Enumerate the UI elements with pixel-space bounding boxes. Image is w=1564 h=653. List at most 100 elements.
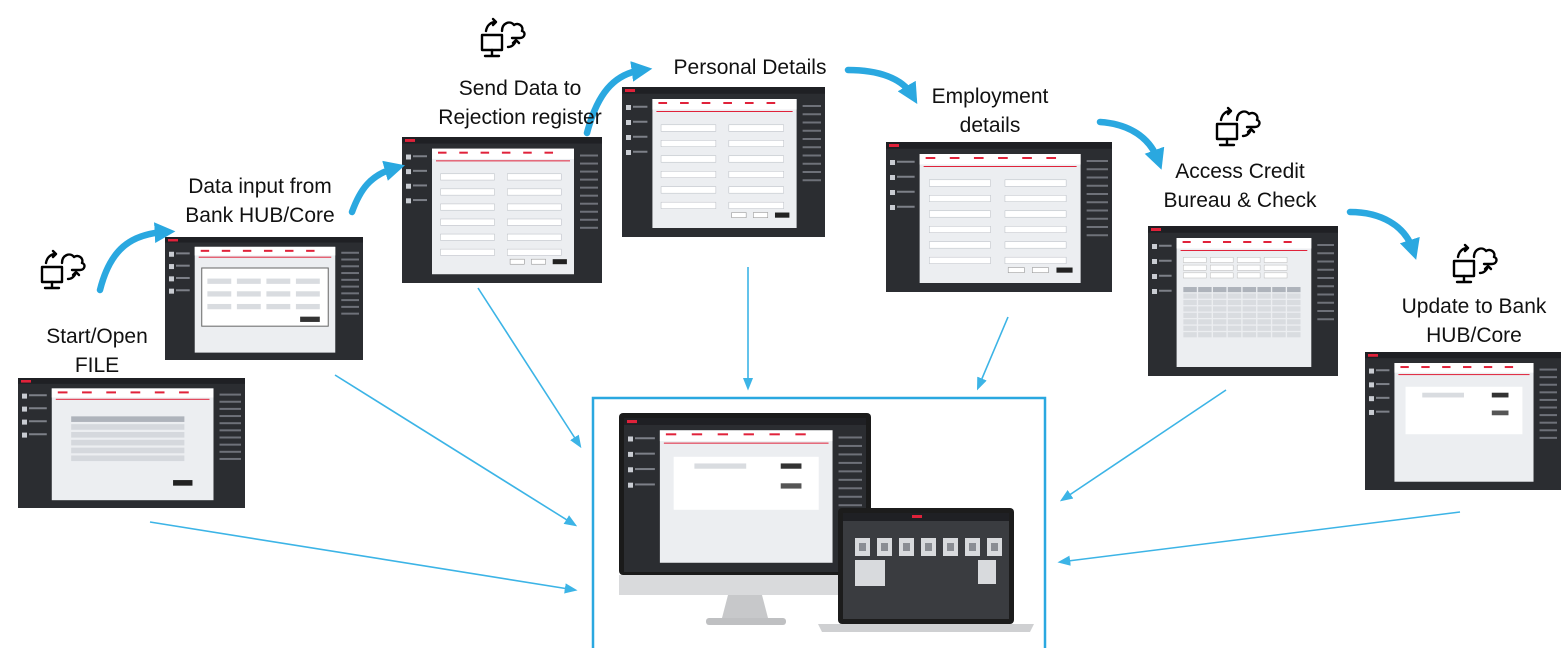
computer-cloud-sync-icon [1215, 106, 1261, 147]
thumb-step-mark [263, 249, 273, 252]
thumb-panel-text [1086, 176, 1108, 179]
thumb-panel-text [1086, 193, 1108, 195]
thumb-logo [1151, 228, 1161, 231]
thumb-grid-cell [1287, 332, 1301, 338]
thumb-panel-text [838, 453, 862, 456]
thumb-grid-cell [1287, 312, 1301, 318]
thumb-step-mark [57, 391, 68, 394]
thumb-form-field [660, 124, 717, 132]
thumb-form-field [507, 248, 562, 256]
thumb-form-field [507, 173, 562, 181]
connector-arrow [149, 521, 578, 594]
thumb-tabs [652, 99, 797, 110]
thumb-form-field [929, 179, 991, 187]
thumb-grid-cell [1257, 312, 1271, 318]
thumb-grid-cell [1227, 319, 1242, 325]
thumb-modal-field [295, 303, 320, 310]
thumb-progress [1180, 250, 1308, 251]
thumb-nav-icon [169, 288, 174, 294]
thumb-step-mark [1463, 366, 1472, 369]
thumb-nav-text [1159, 259, 1172, 262]
thumb-progress [656, 111, 793, 112]
thumb-nav-icon [22, 419, 27, 425]
thumb-panel-text [1317, 285, 1334, 288]
thumb-nav-text [1376, 383, 1390, 386]
screenshot-update-bank [1365, 352, 1561, 490]
thumb-grid-cell [1242, 312, 1257, 318]
thumb-step-mark [242, 249, 252, 252]
thumb-panel-text [219, 436, 241, 439]
thumb-step-mark [285, 249, 294, 252]
thumb-nav-text [635, 483, 655, 486]
sync-arrow-up [44, 249, 58, 265]
step-label-send-data: Send Data to Rejection register [438, 77, 602, 129]
thumb-form-field [660, 186, 717, 194]
thumb-panel-text [802, 162, 821, 165]
step-label-access-credit: Access Credit Bureau & Check [1163, 160, 1317, 212]
thumb-form-field [507, 203, 562, 211]
thumb-panel-text [580, 194, 598, 197]
connector-arrow [477, 287, 582, 449]
thumb-modal-field [236, 291, 261, 297]
thumb-table-row [71, 439, 185, 446]
thumb-grid-cell [1242, 319, 1257, 325]
thumb-field [694, 463, 747, 469]
thumb-nav-text [413, 184, 427, 187]
cloud-shape [1472, 247, 1498, 266]
thumb-form-field [440, 218, 495, 226]
thumb-step-mark [701, 102, 711, 104]
thumb-form-field [507, 233, 562, 241]
thumb-panel-text [1317, 244, 1334, 246]
thumb-grid-cell [1272, 332, 1286, 338]
thumb-panel-text [838, 487, 862, 490]
cloud-shape [500, 21, 526, 40]
thumb-nav-icon [169, 251, 174, 257]
thumb-step-mark [1263, 241, 1272, 243]
thumb-nav-text [1376, 369, 1390, 372]
screenshot-personal-details [622, 87, 825, 237]
thumb-step-mark [1483, 366, 1493, 369]
thumb-button [731, 212, 747, 218]
thumb-grid-cell [1287, 319, 1301, 325]
thumb-panel-text [1539, 376, 1557, 379]
thumb-form-field [929, 225, 991, 233]
thumb-topbar [886, 142, 1112, 149]
thumb-grid-cell [1183, 287, 1197, 293]
thumb-panel-text [219, 429, 241, 432]
thumb-modal-field [236, 303, 261, 310]
thumb-topbar [622, 87, 825, 94]
thumb-field [1236, 272, 1261, 279]
thumb-panel-text [802, 171, 821, 173]
thumb-form-field [1004, 195, 1067, 202]
thumb-nav-icon [628, 436, 633, 442]
thumb-button [1491, 392, 1509, 398]
monitor-shape [40, 265, 64, 284]
thumb-panel-text [219, 450, 241, 453]
thumb-grid-cell [1212, 293, 1227, 299]
thumb-topbar [402, 137, 602, 144]
thumb-nav-icon [406, 198, 411, 204]
thumb-step-mark [179, 391, 189, 394]
thumb-grid-cell [1272, 319, 1286, 325]
thumb-grid-cell [1212, 287, 1227, 293]
thumb-field [1210, 257, 1234, 263]
thumb-step-mark [949, 157, 960, 159]
thumb-nav-text [1159, 274, 1172, 277]
thumb-grid-cell [1212, 306, 1227, 312]
monitor-shape [480, 33, 504, 52]
thumb-panel-text [838, 444, 862, 447]
thumb-tabs [1176, 238, 1312, 249]
thumb-grid-cell [1242, 299, 1257, 306]
thumb-panel-text [1539, 406, 1557, 409]
thumb-step-mark [82, 391, 92, 394]
thumb-logo [889, 144, 899, 147]
monitor-base [706, 618, 786, 625]
thumb-panel-text [580, 170, 598, 173]
thumb-nav-icon [626, 150, 631, 155]
thumb-form-field [440, 188, 495, 196]
thumb-topbar [1365, 352, 1561, 359]
thumb-nav-icon [626, 105, 631, 110]
thumb-panel-text [802, 129, 821, 132]
thumb-panel-text [219, 415, 241, 418]
thumb-progress [923, 166, 1077, 167]
